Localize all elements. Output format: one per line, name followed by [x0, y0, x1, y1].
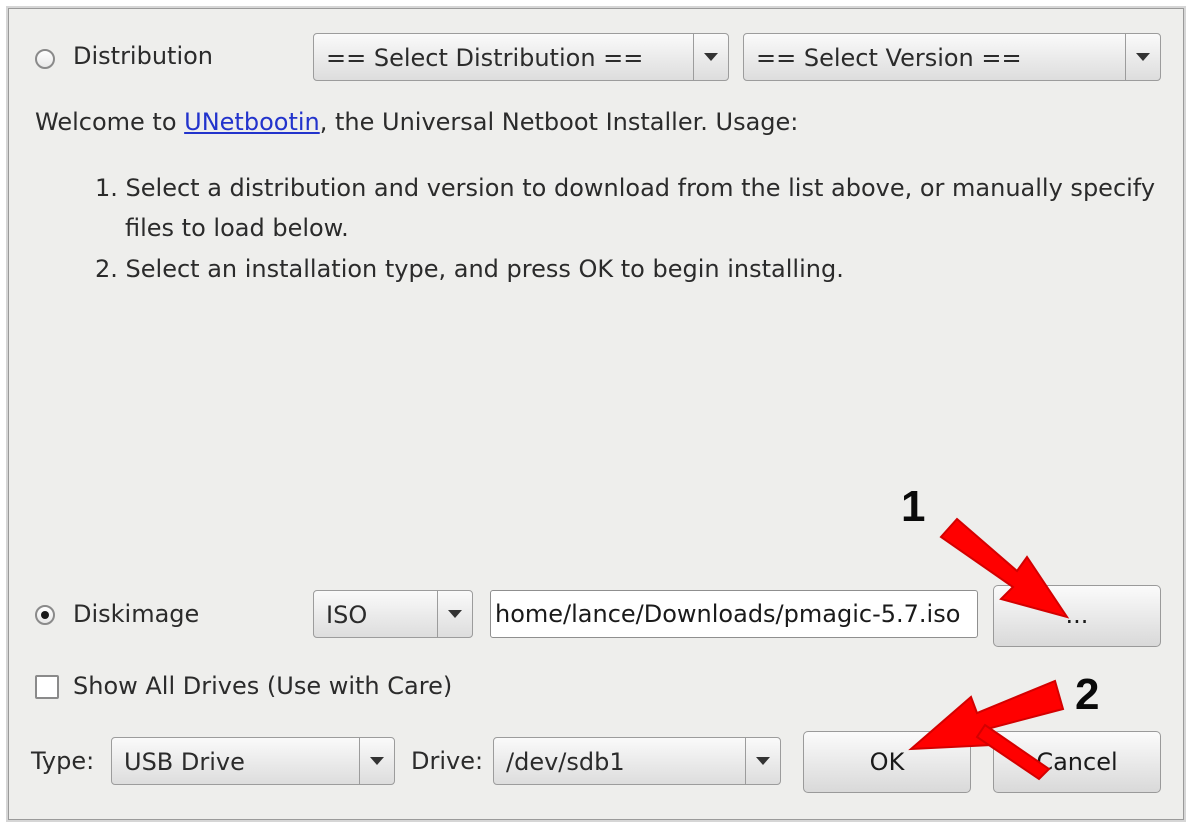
- red-arrow-icon: [939, 517, 1070, 619]
- unetbootin-dialog: Distribution == Select Distribution == =…: [8, 8, 1184, 820]
- red-arrow-icon: [975, 723, 1051, 781]
- annotation-arrows: [908, 517, 1070, 781]
